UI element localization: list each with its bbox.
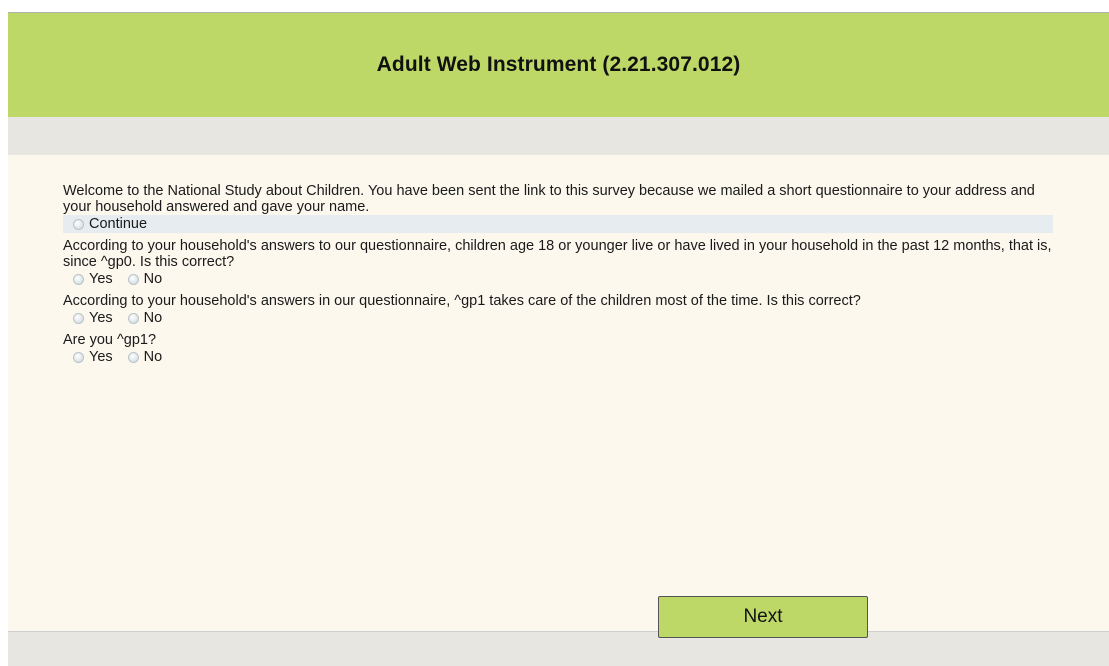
identity-yes-option[interactable]: Yes <box>73 349 113 365</box>
children-yes-radio[interactable] <box>73 273 84 285</box>
identity-no-label: No <box>143 349 163 365</box>
question-children-options: Yes No <box>63 270 1063 288</box>
question-identity-text: Are you ^gp1? <box>63 332 157 348</box>
children-yes-label: Yes <box>89 271 113 287</box>
next-button[interactable]: Next <box>658 596 868 638</box>
caretaker-no-label: No <box>143 310 163 326</box>
identity-no-option[interactable]: No <box>127 349 163 365</box>
page-title: Adult Web Instrument (2.21.307.012) <box>376 53 741 76</box>
question-children-text: According to your household's answers to… <box>63 238 1052 270</box>
children-yes-option[interactable]: Yes <box>73 271 113 287</box>
question-welcome-options: Continue <box>63 215 1053 233</box>
caretaker-yes-label: Yes <box>89 310 113 326</box>
identity-no-radio[interactable] <box>127 351 139 363</box>
footer-bar <box>8 631 1109 666</box>
children-no-label: No <box>143 271 163 287</box>
caretaker-yes-option[interactable]: Yes <box>73 310 113 326</box>
question-welcome-text: Welcome to the National Study about Chil… <box>63 183 1035 215</box>
continue-radio[interactable] <box>73 218 84 230</box>
question-list: Welcome to the National Study about Chil… <box>63 183 1063 371</box>
question-caretaker-text: According to your household's answers in… <box>63 293 861 309</box>
caretaker-no-radio[interactable] <box>127 312 139 324</box>
sub-header-bar <box>8 117 1109 155</box>
continue-option[interactable]: Continue <box>73 216 147 232</box>
continue-label: Continue <box>89 216 148 232</box>
header-bar: Adult Web Instrument (2.21.307.012) <box>8 13 1109 117</box>
caretaker-no-option[interactable]: No <box>127 310 163 326</box>
identity-yes-label: Yes <box>89 349 113 365</box>
children-no-option[interactable]: No <box>127 271 163 287</box>
question-caretaker-options: Yes No <box>63 309 1063 327</box>
identity-yes-radio[interactable] <box>73 351 84 363</box>
caretaker-yes-radio[interactable] <box>73 312 84 324</box>
question-identity-options: Yes No <box>63 348 1063 366</box>
children-no-radio[interactable] <box>127 273 139 285</box>
